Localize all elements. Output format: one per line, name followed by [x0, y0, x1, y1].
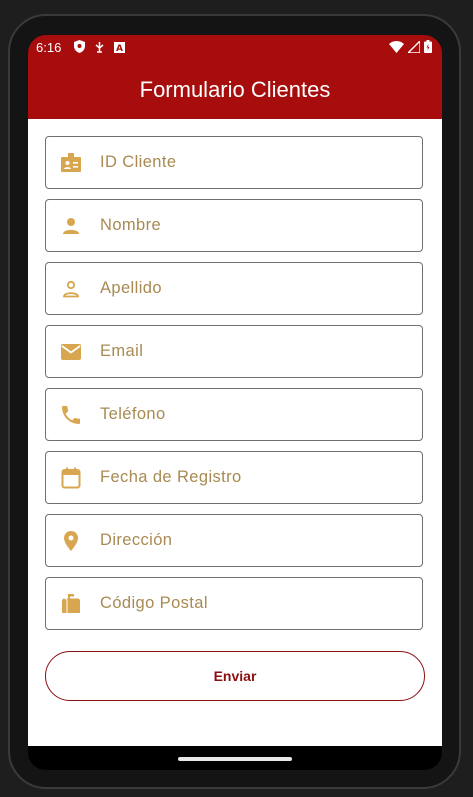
- fecha-registro-label: Fecha de Registro: [100, 468, 242, 486]
- direccion-field[interactable]: Dirección: [45, 514, 423, 567]
- battery-icon: [424, 40, 432, 56]
- cellular-icon: [406, 38, 421, 56]
- shield-icon: [74, 40, 85, 56]
- status-bar: 6:16 A: [28, 35, 442, 59]
- home-indicator[interactable]: [178, 757, 292, 761]
- location-pin-icon: [59, 529, 83, 553]
- person-icon: [59, 214, 83, 238]
- email-label: Email: [100, 342, 144, 360]
- svg-text:A: A: [116, 44, 123, 53]
- enviar-button[interactable]: Enviar: [45, 651, 425, 701]
- nombre-label: Nombre: [100, 216, 162, 234]
- apellido-field[interactable]: Apellido: [45, 262, 423, 315]
- codigo-postal-label: Código Postal: [100, 594, 208, 612]
- email-icon: [59, 340, 83, 364]
- person-outline-icon: [59, 277, 83, 301]
- phone-icon: [59, 403, 83, 427]
- form-content: ID Cliente Nombre Apellido Email Teléfon: [28, 119, 442, 746]
- app-bar: Formulario Clientes: [28, 59, 442, 119]
- status-time: 6:16: [36, 40, 62, 55]
- keyboard-a-icon: A: [114, 41, 125, 56]
- apellido-label: Apellido: [100, 279, 162, 297]
- debug-icon: [94, 41, 105, 56]
- telefono-label: Teléfono: [100, 405, 166, 423]
- navigation-bar: [28, 746, 442, 770]
- notification-icons: A: [74, 40, 125, 56]
- app-title: Formulario Clientes: [139, 77, 331, 102]
- system-icons: [389, 38, 432, 56]
- id-cliente-label: ID Cliente: [100, 153, 177, 171]
- email-field[interactable]: Email: [45, 325, 423, 378]
- nombre-field[interactable]: Nombre: [45, 199, 423, 252]
- calendar-icon: [59, 466, 83, 490]
- id-cliente-field[interactable]: ID Cliente: [45, 136, 423, 189]
- badge-icon: [59, 151, 83, 175]
- telefono-field[interactable]: Teléfono: [45, 388, 423, 441]
- direccion-label: Dirección: [100, 531, 173, 549]
- phone-screen: 6:16 A Formulario Clientes ID Cliente No…: [28, 35, 442, 770]
- mailbox-icon: [59, 592, 83, 616]
- codigo-postal-field[interactable]: Código Postal: [45, 577, 423, 630]
- wifi-icon: [389, 40, 404, 56]
- fecha-registro-field[interactable]: Fecha de Registro: [45, 451, 423, 504]
